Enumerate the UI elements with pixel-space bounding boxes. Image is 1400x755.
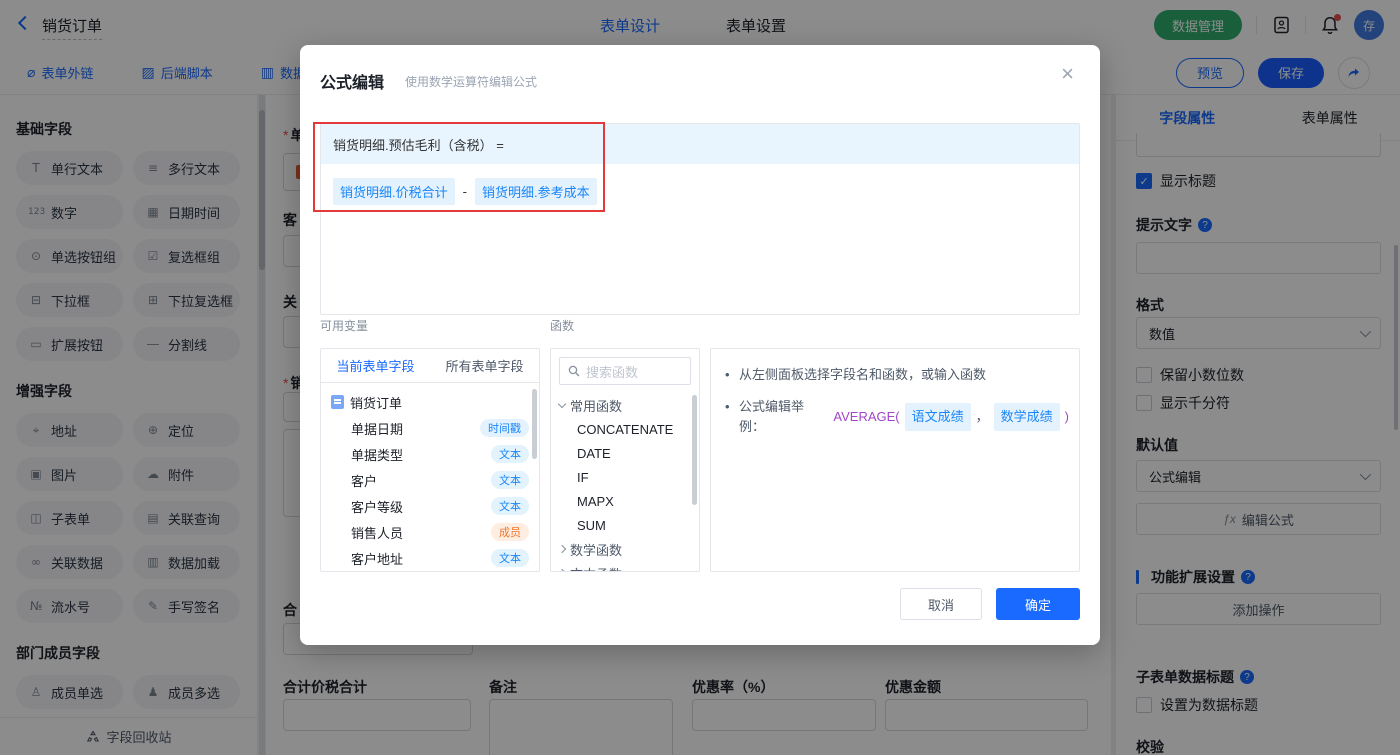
formula-target: 销货明细.预估毛利（含税） =	[333, 137, 504, 153]
example-comma: ，	[975, 409, 989, 424]
function-group-text[interactable]: 文本函数	[551, 561, 699, 572]
group-label: 常用函数	[570, 398, 623, 414]
function-item[interactable]: SUM	[551, 513, 699, 537]
functions-scrollbar[interactable]	[692, 395, 697, 505]
functions-panel: 搜索函数 常用函数 CONCATENATE DATE IF MAPX SUM 数…	[550, 348, 700, 572]
help-tip-2: 公式编辑举例： AVERAGE( 语文成绩 ， 数学成绩)	[725, 397, 1069, 437]
variable-name: 客户	[351, 473, 378, 489]
formula-field-chip[interactable]: 销货明细.价税合计	[333, 178, 455, 205]
form-designer-app: 销货订单 表单设计 表单设置 数据管理 存 ⌀表单外链 ▨后端脚本 ▥数据权限	[0, 0, 1400, 755]
variables-panel: 当前表单字段 所有表单字段 销货订单 单据日期 时间戳 单据类型 文本 客户 文本 客…	[320, 348, 540, 572]
example-function: AVERAGE(	[833, 409, 900, 424]
function-item[interactable]: IF	[551, 465, 699, 489]
tab-all-form-fields[interactable]: 所有表单字段	[430, 349, 539, 382]
function-item[interactable]: CONCATENATE	[551, 417, 699, 441]
available-variables-label: 可用变量	[320, 319, 369, 333]
formula-field-chip[interactable]: 销货明细.参考成本	[474, 178, 597, 205]
variable-row[interactable]: 客户等级 文本	[321, 493, 539, 519]
modal-title: 公式编辑	[320, 75, 385, 92]
type-badge: 文本	[491, 445, 529, 463]
help-panel: 从左侧面板选择字段名和函数，或输入函数 公式编辑举例： AVERAGE( 语文成绩…	[710, 348, 1080, 572]
variables-tree: 销货订单 单据日期 时间戳 单据类型 文本 客户 文本 客户等级 文本 销售人员 成员 客…	[321, 383, 539, 572]
variables-tabs: 当前表单字段 所有表单字段	[321, 349, 539, 383]
example-prefix: 公式编辑举例：	[739, 399, 805, 434]
functions-label: 函数	[550, 319, 575, 333]
variable-row[interactable]: 销售人员 成员	[321, 519, 539, 545]
search-icon	[568, 365, 580, 377]
tree-root-form[interactable]: 销货订单	[321, 389, 539, 415]
variable-row[interactable]: 客户地址 文本	[321, 545, 539, 571]
example-field-chip: 数学成绩	[993, 403, 1060, 431]
variable-name: 客户等级	[351, 499, 404, 515]
chevron-collapsed-icon	[557, 568, 567, 571]
form-doc-icon	[331, 395, 344, 409]
group-label: 文本函数	[570, 564, 622, 572]
function-search-input[interactable]: 搜索函数	[559, 357, 691, 385]
type-badge: 文本	[491, 471, 529, 489]
tab-current-form-fields[interactable]: 当前表单字段	[321, 349, 430, 382]
formula-edit-modal: 公式编辑 使用数学运算符编辑公式 × 销货明细.预估毛利（含税） = 销货明细.…	[300, 45, 1100, 645]
function-item[interactable]: DATE	[551, 441, 699, 465]
type-badge: 文本	[491, 549, 529, 567]
function-group-math[interactable]: 数学函数	[551, 537, 699, 561]
variable-name: 单据日期	[351, 421, 404, 437]
variable-row-clipped	[321, 571, 539, 572]
function-group-common[interactable]: 常用函数	[551, 393, 699, 417]
variable-name: 单据类型	[351, 447, 404, 463]
confirm-button[interactable]: 确定	[996, 588, 1080, 620]
formula-operator: -	[462, 184, 467, 199]
tree-root-label: 销货订单	[350, 395, 403, 411]
example-close-paren: )	[1064, 409, 1069, 424]
type-badge: 成员	[491, 523, 529, 541]
chevron-expanded-icon	[557, 399, 567, 408]
variable-row[interactable]: 单据类型 文本	[321, 441, 539, 467]
formula-editor[interactable]: 销货明细.预估毛利（含税） = 销货明细.价税合计 - 销货明细.参考成本	[320, 123, 1080, 315]
formula-target-row: 销货明细.预估毛利（含税） =	[321, 124, 1079, 164]
modal-subtitle: 使用数学运算符编辑公式	[405, 75, 538, 89]
example-field-chip: 语文成绩	[904, 403, 971, 431]
chevron-collapsed-icon	[557, 544, 567, 554]
variables-scrollbar[interactable]	[532, 389, 537, 459]
variable-name: 销售人员	[351, 525, 404, 541]
variable-row[interactable]: 单据日期 时间戳	[321, 415, 539, 441]
variable-name: 客户地址	[351, 551, 404, 567]
cancel-button[interactable]: 取消	[900, 588, 982, 620]
help-tip-1: 从左侧面板选择字段名和函数，或输入函数	[725, 365, 1069, 385]
variable-row[interactable]: 客户 文本	[321, 467, 539, 493]
function-item[interactable]: MAPX	[551, 489, 699, 513]
type-badge: 时间戳	[480, 419, 529, 437]
group-label: 数学函数	[570, 542, 623, 558]
close-icon[interactable]: ×	[1061, 63, 1074, 85]
modal-footer: 取消 确定	[900, 588, 1080, 620]
formula-expression-row: 销货明细.价税合计 - 销货明细.参考成本	[321, 164, 1079, 219]
search-placeholder: 搜索函数	[586, 364, 639, 380]
type-badge: 文本	[491, 497, 529, 515]
